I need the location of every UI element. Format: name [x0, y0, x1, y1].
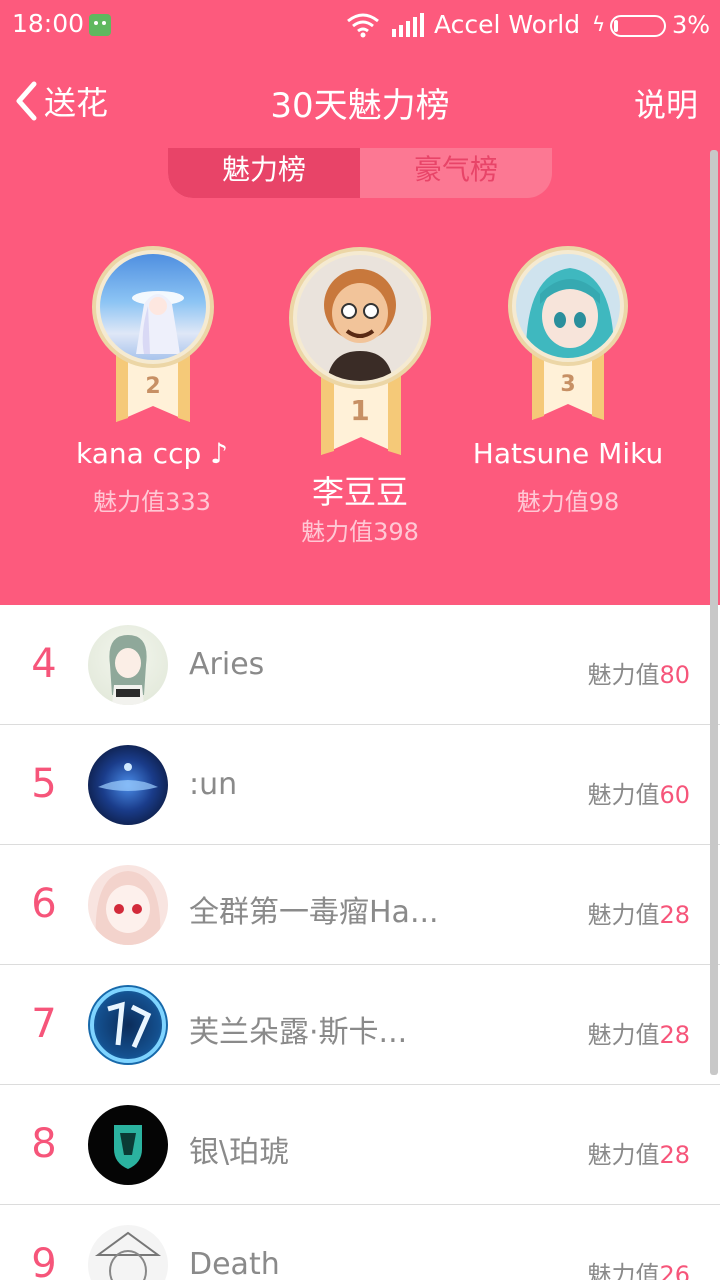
avatar-illustration-icon: [525, 268, 615, 358]
battery-icon: [610, 15, 666, 37]
avatar: [88, 865, 168, 945]
rank-number: 4: [31, 641, 57, 687]
list-item[interactable]: 6 全群第一毒瘤Ha... 魅力值28: [0, 845, 720, 965]
avatar: [289, 247, 431, 389]
avatar: [88, 745, 168, 825]
tab-charm[interactable]: 魅力榜: [168, 148, 360, 198]
user-name: 全群第一毒瘤Ha...: [189, 895, 439, 930]
avatar: [88, 985, 168, 1065]
avatar: [88, 1105, 168, 1185]
avatar: [92, 246, 214, 368]
podium-second-name: kana ccp ♪: [75, 437, 229, 470]
podium-first[interactable]: 1: [289, 247, 431, 457]
list-item[interactable]: 5 :un 魅力值60: [0, 725, 720, 845]
podium-third-score: 魅力值98: [516, 488, 620, 516]
rank-number: 8: [31, 1121, 57, 1167]
charm-score: 魅力值80: [587, 661, 690, 689]
avatar: [508, 246, 628, 366]
scrollbar[interactable]: [710, 150, 718, 1075]
ranking-list: 4 Aries 魅力值80 5 :un 魅力值60 6 全群第一毒瘤Ha... …: [0, 605, 720, 1280]
charm-score: 魅力值28: [587, 1021, 690, 1049]
avatar: [88, 625, 168, 705]
podium-first-name: 李豆豆: [311, 473, 408, 511]
podium-rank-badge: 3: [560, 372, 576, 397]
android-icon: [89, 14, 111, 36]
user-name: 银\珀琥: [189, 1135, 290, 1170]
status-time: 18:00: [12, 9, 85, 38]
podium-third-name: Hatsune Miku: [472, 437, 664, 470]
page-title: 30天魅力榜: [270, 86, 450, 126]
charging-bolt-icon: ϟ: [592, 12, 606, 36]
avatar-illustration-icon: [132, 291, 184, 354]
list-item[interactable]: 8 银\珀琥 魅力值28: [0, 1085, 720, 1205]
rank-number: 7: [31, 1001, 57, 1047]
list-item[interactable]: 4 Aries 魅力值80: [0, 605, 720, 725]
user-name: :un: [189, 767, 238, 802]
charm-score: 魅力值28: [587, 901, 690, 929]
podium-second-score: 魅力值333: [93, 488, 211, 516]
podium-second[interactable]: 2: [92, 246, 214, 426]
avatar-illustration-icon: [324, 269, 396, 381]
rank-number: 5: [31, 761, 57, 807]
podium-rank-badge: 1: [350, 394, 370, 427]
charm-score: 魅力值60: [587, 781, 690, 809]
list-item[interactable]: 9 Death 魅力值26: [0, 1205, 720, 1280]
title-bar: 送花 30天魅力榜 说明: [0, 60, 720, 140]
wifi-icon: [347, 13, 379, 38]
user-name: 芙兰朵露·斯卡...: [189, 1015, 408, 1050]
rank-number: 9: [31, 1241, 57, 1280]
rank-number: 6: [31, 881, 57, 927]
podium-first-score: 魅力值398: [301, 518, 419, 546]
podium-rank-badge: 2: [145, 374, 161, 399]
podium-third[interactable]: 3: [508, 246, 628, 426]
list-item[interactable]: 7 芙兰朵露·斯卡... 魅力值28: [0, 965, 720, 1085]
ranking-tabs: 魅力榜 豪气榜: [168, 148, 552, 198]
charm-score: 魅力值28: [587, 1141, 690, 1169]
tab-generosity[interactable]: 豪气榜: [360, 148, 552, 198]
avatar: [88, 1225, 168, 1280]
user-name: Death: [189, 1247, 280, 1280]
user-name: Aries: [189, 647, 265, 682]
carrier-name: Accel World: [434, 10, 581, 39]
signal-icon: [392, 13, 424, 37]
battery-percent: 3%: [672, 11, 711, 39]
status-bar: 18:00 Accel World ϟ 3%: [0, 0, 720, 52]
charm-score: 魅力值26: [587, 1261, 690, 1280]
help-button[interactable]: 说明: [634, 80, 698, 126]
